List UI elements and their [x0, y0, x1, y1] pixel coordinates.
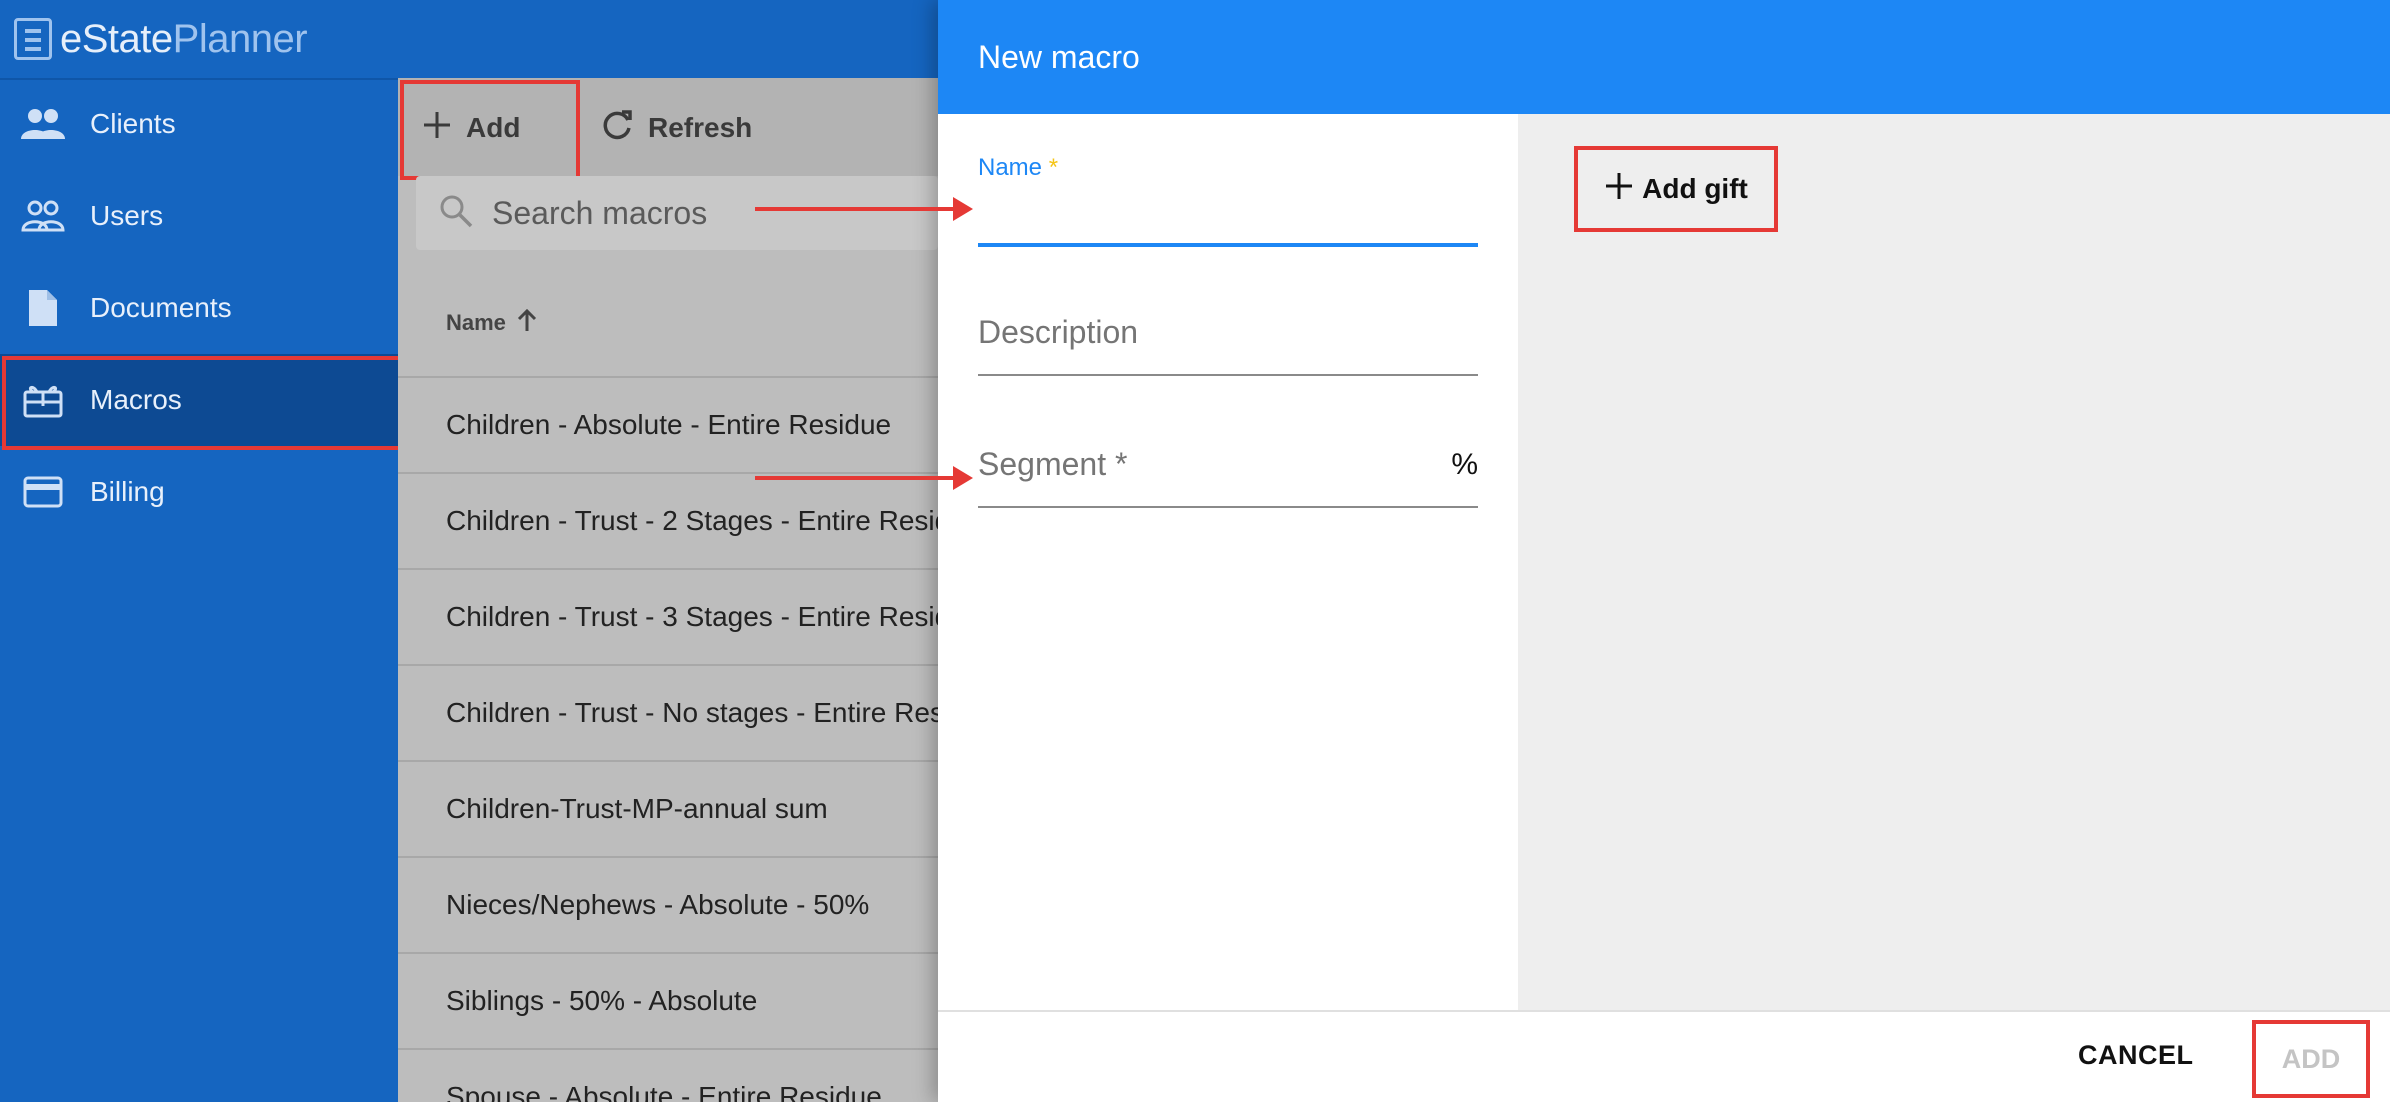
sidebar-item-users[interactable]: Users — [0, 170, 398, 262]
plus-icon — [1604, 171, 1634, 208]
new-macro-dialog: New macro Name * Description Segment * %… — [938, 0, 2390, 1102]
description-underline — [978, 374, 1478, 376]
macros-list-panel: Add Refresh Name Children - Absolute - E… — [398, 0, 938, 1102]
row-name: Spouse - Absolute - Entire Residue — [446, 1081, 882, 1102]
segment-field[interactable]: Segment * % — [978, 432, 1478, 508]
row-name: Nieces/Nephews - Absolute - 50% — [446, 889, 870, 920]
logo-icon — [14, 18, 52, 60]
logo-text: eStatePlanner — [60, 16, 308, 61]
search-icon — [438, 193, 474, 234]
column-header-name[interactable]: Name — [398, 270, 938, 378]
description-label: Description — [978, 314, 1139, 350]
dialog-title: New macro — [978, 38, 1140, 75]
table-row[interactable]: Nieces/Nephews - Absolute - 50% — [398, 858, 938, 954]
plus-icon — [422, 110, 452, 147]
sidebar-item-label: Macros — [90, 384, 182, 415]
add-macro-label: Add — [466, 112, 521, 143]
app-logo[interactable]: eStatePlanner — [14, 14, 308, 64]
column-header-label: Name — [446, 310, 506, 335]
gifts-panel: Add gift — [1518, 114, 2390, 1010]
sidebar: eStatePlanner Clients Users Documents Ma… — [0, 0, 402, 1102]
document-icon — [20, 285, 66, 331]
add-macro-button[interactable]: Add — [399, 80, 581, 180]
row-name: Children-Trust-MP-annual sum — [446, 793, 828, 824]
name-input[interactable] — [978, 190, 1478, 240]
sidebar-item-label: Documents — [90, 292, 232, 323]
row-name: Children - Trust - No stages - Entire Re… — [446, 697, 938, 728]
table-row[interactable]: Siblings - 50% - Absolute — [398, 954, 938, 1050]
segment-underline — [978, 506, 1478, 508]
description-field[interactable]: Description — [978, 300, 1478, 376]
sidebar-item-documents[interactable]: Documents — [0, 262, 398, 354]
search-bar — [416, 176, 938, 250]
dialog-header: New macro — [938, 0, 2390, 114]
table-row[interactable]: Children-Trust-MP-annual sum — [398, 762, 938, 858]
name-label: Name * — [978, 154, 1059, 181]
add-gift-label: Add gift — [1642, 173, 1748, 204]
refresh-label: Refresh — [648, 112, 753, 143]
row-name: Children - Trust - 2 Stages - Entire Res… — [446, 505, 938, 536]
macros-table-body: Children - Absolute - Entire Residue Chi… — [398, 378, 938, 1102]
confirm-add-label: ADD — [2281, 1043, 2341, 1074]
segment-label: Segment * — [978, 446, 1128, 482]
table-row[interactable]: Children - Absolute - Entire Residue — [398, 378, 938, 474]
people-outline-icon — [20, 193, 66, 239]
required-mark: * — [1048, 154, 1059, 181]
sidebar-item-label: Billing — [90, 476, 165, 507]
sidebar-item-label: Clients — [90, 108, 176, 139]
row-name: Siblings - 50% - Absolute — [446, 985, 758, 1016]
annotation-arrow-name — [755, 197, 973, 221]
macro-form: Name * Description Segment * % — [938, 114, 1518, 1010]
refresh-button[interactable]: Refresh — [600, 96, 752, 160]
table-row[interactable]: Spouse - Absolute - Entire Residue — [398, 1050, 938, 1102]
credit-card-icon — [20, 469, 66, 515]
people-icon — [20, 101, 66, 147]
arrow-up-icon — [516, 308, 538, 338]
refresh-icon — [600, 108, 634, 149]
sidebar-item-clients[interactable]: Clients — [0, 78, 398, 170]
confirm-add-button[interactable]: ADD — [2252, 1020, 2370, 1098]
gift-card-icon — [20, 377, 66, 423]
table-row[interactable]: Children - Trust - No stages - Entire Re… — [398, 666, 938, 762]
add-gift-button[interactable]: Add gift — [1574, 146, 1778, 232]
table-row[interactable]: Children - Trust - 3 Stages - Entire Res… — [398, 570, 938, 666]
row-name: Children - Trust - 3 Stages - Entire Res… — [446, 601, 938, 632]
sidebar-item-billing[interactable]: Billing — [0, 446, 398, 538]
name-underline — [978, 243, 1478, 247]
percent-suffix: % — [1451, 448, 1478, 481]
sidebar-item-macros[interactable]: Macros — [0, 354, 402, 450]
row-name: Children - Absolute - Entire Residue — [446, 409, 892, 440]
search-input[interactable] — [492, 194, 772, 232]
top-app-bar — [398, 0, 938, 78]
table-row[interactable]: Children - Trust - 2 Stages - Entire Res… — [398, 474, 938, 570]
annotation-arrow-segment — [755, 466, 973, 490]
sidebar-item-label: Users — [90, 200, 164, 231]
name-field: Name * — [978, 154, 1478, 247]
dialog-footer: CANCEL ADD — [938, 1010, 2390, 1102]
cancel-button[interactable]: CANCEL — [2078, 1040, 2194, 1071]
